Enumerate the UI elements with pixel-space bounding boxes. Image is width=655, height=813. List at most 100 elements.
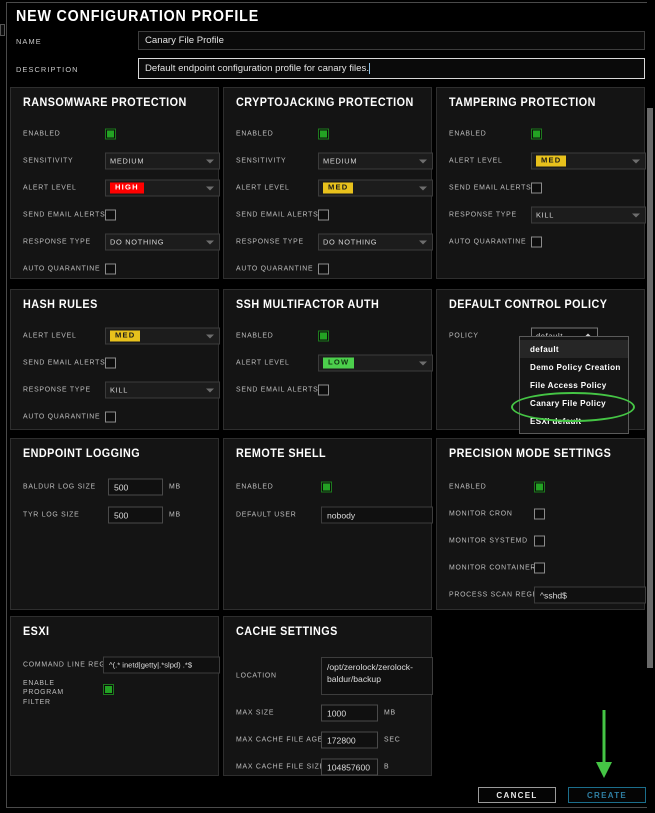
panel-ransomware-protection: RANSOMWARE PROTECTION ENABLED SENSITIVIT… [10, 87, 220, 279]
label-enabled: ENABLED [236, 332, 274, 340]
label-alert-level: ALERT LEVEL [449, 157, 503, 165]
label-sensitivity: SENSITIVITY [236, 157, 287, 165]
label-send-email-alerts: SEND EMAIL ALERTS [236, 386, 319, 394]
select-ssh-alert-level[interactable]: LOW [318, 354, 433, 372]
menu-item-canary-file-policy[interactable]: Canary File Policy [520, 394, 628, 412]
checkbox-hash-send-email[interactable] [105, 357, 116, 369]
checkbox-tampering-enabled[interactable] [531, 128, 542, 140]
checkbox-cryptojacking-auto-quarantine[interactable] [318, 263, 329, 275]
label-alert-level: ALERT LEVEL [236, 359, 290, 367]
input-tyr-log-size[interactable]: 500 [108, 506, 163, 524]
row-cache-max-file-age: MAX CACHE FILE AGE 172800 SEC [236, 731, 423, 749]
menu-item-default[interactable]: default [520, 340, 628, 358]
label-alert-level: ALERT LEVEL [236, 184, 290, 192]
checkbox-cryptojacking-send-email[interactable] [318, 209, 329, 221]
row-hash-send-email: SEND EMAIL ALERTS [23, 354, 210, 372]
row-cache-max-size: MAX SIZE 1000 MB [236, 704, 423, 722]
input-default-user[interactable]: nobody [321, 506, 433, 524]
label-send-email-alerts: SEND EMAIL ALERTS [23, 359, 106, 367]
select-cryptojacking-response-type[interactable]: DO NOTHING [318, 233, 433, 251]
row-tampering-response-type: RESPONSE TYPE KILL [449, 206, 646, 224]
checkbox-precision-enabled[interactable] [534, 481, 545, 493]
row-ssh-enabled: ENABLED [236, 327, 423, 345]
description-input-value: Default endpoint configuration profile f… [145, 63, 369, 74]
chevron-down-icon [632, 213, 640, 218]
select-cryptojacking-sensitivity[interactable]: MEDIUM [318, 152, 433, 170]
label-baldur-log-size: BALDUR LOG SIZE [23, 483, 96, 491]
value-max-size: 1000 [327, 708, 347, 718]
chevron-down-icon [419, 159, 427, 164]
description-input[interactable]: Default endpoint configuration profile f… [138, 58, 645, 79]
scrollbar-thumb[interactable] [647, 108, 653, 668]
panel-title-precision-mode: PRECISION MODE SETTINGS [449, 447, 612, 460]
value-cryptojacking-response-type: DO NOTHING [323, 237, 378, 247]
checkbox-hash-auto-quarantine[interactable] [105, 411, 116, 423]
cancel-button[interactable]: CANCEL [478, 787, 556, 803]
checkbox-ransomware-auto-quarantine[interactable] [105, 263, 116, 275]
checkbox-remote-shell-enabled[interactable] [321, 481, 332, 493]
select-hash-alert-level[interactable]: MED [105, 327, 220, 345]
select-tampering-response-type[interactable]: KILL [531, 206, 646, 224]
row-esxi-command-line-regex: COMMAND LINE REGEX ^(.* inetd|getty|.*sl… [23, 656, 220, 674]
label-monitor-containerd: MONITOR CONTAINERD [449, 564, 542, 572]
input-command-line-regex[interactable]: ^(.* inetd|getty|.*slpd) .*$ [103, 656, 220, 674]
menu-item-file-access-policy[interactable]: File Access Policy [520, 376, 628, 394]
text-caret [368, 63, 370, 74]
policy-dropdown-menu[interactable]: default Demo Policy Creation File Access… [519, 336, 629, 434]
input-max-cache-file-size[interactable]: 104857600 [321, 758, 378, 776]
row-remote-shell-enabled: ENABLED [236, 478, 423, 496]
row-ransomware-sensitivity: SENSITIVITY MEDIUM [23, 152, 220, 170]
panel-title-tampering: TAMPERING PROTECTION [449, 96, 596, 109]
input-process-scan-regex[interactable]: ^sshd$ [534, 586, 646, 604]
label-policy: POLICY [449, 332, 479, 340]
checkbox-tampering-auto-quarantine[interactable] [531, 236, 542, 248]
select-cryptojacking-alert-level[interactable]: MED [318, 179, 433, 197]
checkbox-cryptojacking-enabled[interactable] [318, 128, 329, 140]
checkbox-ransomware-enabled[interactable] [105, 128, 116, 140]
row-hash-alert-level: ALERT LEVEL MED [23, 327, 220, 345]
label-max-size: MAX SIZE [236, 709, 275, 717]
checkbox-monitor-systemd[interactable] [534, 535, 545, 547]
menu-item-demo-policy-creation[interactable]: Demo Policy Creation [520, 358, 628, 376]
label-sensitivity: SENSITIVITY [23, 157, 74, 165]
row-process-scan-regex: PROCESS SCAN REGEX ^sshd$ [449, 586, 646, 604]
menu-item-esxi-default[interactable]: ESXi default [520, 412, 628, 430]
input-baldur-log-size[interactable]: 500 [108, 478, 163, 496]
select-hash-response-type[interactable]: KILL [105, 381, 220, 399]
create-button[interactable]: CREATE [568, 787, 646, 803]
checkbox-monitor-containerd[interactable] [534, 562, 545, 574]
label-cache-location: LOCATION [236, 672, 277, 680]
name-input[interactable]: Canary File Profile [138, 31, 645, 50]
checkbox-monitor-cron[interactable] [534, 508, 545, 520]
select-ransomware-sensitivity[interactable]: MEDIUM [105, 152, 220, 170]
select-ransomware-response-type[interactable]: DO NOTHING [105, 233, 220, 251]
row-cache-max-file-size: MAX CACHE FILE SIZE 104857600 B [236, 758, 423, 776]
panel-title-ssh-mfa: SSH MULTIFACTOR AUTH [236, 298, 380, 311]
panel-remote-shell: REMOTE SHELL ENABLED DEFAULT USER nobody [223, 438, 433, 610]
checkbox-ssh-enabled[interactable] [318, 330, 329, 342]
select-ransomware-alert-level[interactable]: HIGH [105, 179, 220, 197]
checkbox-ransomware-send-email[interactable] [105, 209, 116, 221]
checkbox-ssh-send-email[interactable] [318, 384, 329, 396]
chevron-down-icon [206, 186, 214, 191]
panel-endpoint-logging: ENDPOINT LOGGING BALDUR LOG SIZE 500 MB … [10, 438, 219, 610]
input-max-size[interactable]: 1000 [321, 704, 378, 722]
row-ransomware-alert-level: ALERT LEVEL HIGH [23, 179, 220, 197]
label-enabled: ENABLED [236, 130, 274, 138]
unit-max-cache-file-size: B [384, 763, 390, 771]
label-auto-quarantine: AUTO QUARANTINE [23, 265, 101, 273]
label-response-type: RESPONSE TYPE [449, 211, 517, 219]
select-tampering-alert-level[interactable]: MED [531, 152, 646, 170]
label-monitor-systemd: MONITOR SYSTEMD [449, 537, 528, 545]
input-cache-location[interactable]: /opt/zerolock/zerolock-baldur/backup [321, 657, 433, 695]
row-monitor-systemd: MONITOR SYSTEMD [449, 532, 636, 550]
row-tampering-auto-quarantine: AUTO QUARANTINE [449, 233, 636, 251]
checkbox-tampering-send-email[interactable] [531, 182, 542, 194]
label-enabled: ENABLED [236, 483, 274, 491]
checkbox-enable-program-filter[interactable] [103, 684, 114, 695]
row-ssh-alert-level: ALERT LEVEL LOW [236, 354, 433, 372]
input-max-cache-file-age[interactable]: 172800 [321, 731, 378, 749]
name-input-value: Canary File Profile [145, 35, 224, 46]
row-esxi-enable-program-filter: ENABLE PROGRAM FILTER [23, 679, 210, 709]
panel-title-esxi: ESXI [23, 625, 50, 638]
